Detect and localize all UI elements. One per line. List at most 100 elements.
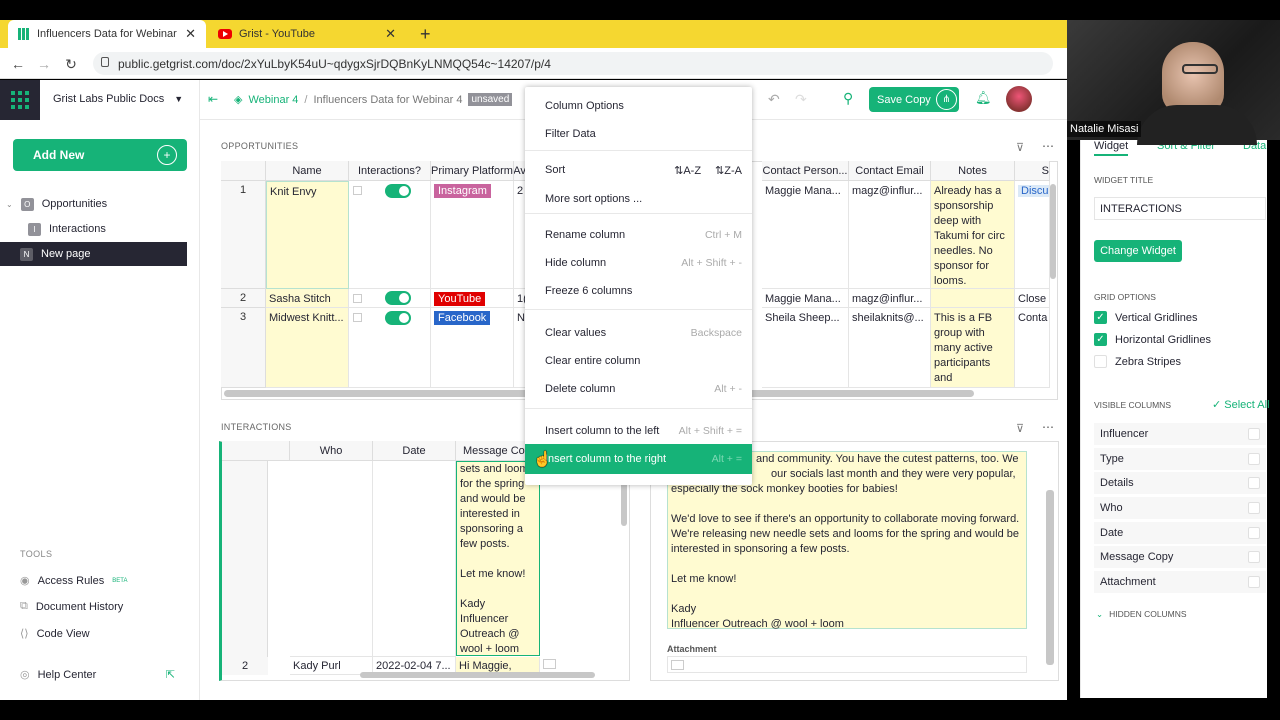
document-history-link[interactable]: ⧉ Document History: [20, 600, 123, 613]
reload-icon[interactable]: ↻: [61, 54, 81, 74]
option-horizontal-gridlines[interactable]: ✓ Horizontal Gridlines: [1094, 333, 1211, 346]
checkbox-empty-icon[interactable]: [1248, 453, 1260, 465]
checkbox-empty-icon[interactable]: [1248, 502, 1260, 514]
table-cell[interactable]: Maggie Mana...: [762, 181, 849, 289]
table-cell[interactable]: [373, 461, 456, 657]
table-cell[interactable]: Facebook: [431, 308, 514, 388]
filter-icon[interactable]: ⊽: [1016, 422, 1024, 435]
col-header-notes[interactable]: Notes: [931, 161, 1015, 181]
menu-item-filter-data[interactable]: Filter Data: [525, 121, 752, 147]
tab-widget[interactable]: Widget: [1094, 140, 1129, 156]
filter-icon[interactable]: ⊽: [1016, 141, 1024, 154]
visible-column-item[interactable]: Message Copy: [1094, 546, 1266, 568]
table-cell[interactable]: [290, 461, 373, 657]
add-new-button[interactable]: Add New +: [13, 139, 187, 171]
table-cell[interactable]: [931, 289, 1015, 308]
breadcrumb-workspace[interactable]: Webinar 4: [248, 94, 298, 106]
table-cell[interactable]: Close: [1015, 289, 1050, 308]
checkbox-empty-icon[interactable]: [1248, 428, 1260, 440]
save-copy-button[interactable]: Save Copy ⋔: [869, 87, 959, 112]
table-cell[interactable]: Midwest Knitt...: [266, 308, 349, 388]
option-zebra-stripes[interactable]: Zebra Stripes: [1094, 355, 1181, 368]
visible-column-item[interactable]: Attachment: [1094, 571, 1266, 593]
vertical-scrollbar[interactable]: [1046, 490, 1054, 665]
grid-corner[interactable]: [221, 161, 266, 181]
row-number[interactable]: 2: [221, 289, 266, 308]
close-icon[interactable]: ✕: [185, 26, 196, 42]
breadcrumb-doc[interactable]: Influencers Data for Webinar 4: [313, 94, 462, 106]
select-all-link[interactable]: ✓ Select All: [1212, 398, 1270, 411]
sidebar-item-opportunities[interactable]: ⌄ O Opportunities: [0, 193, 187, 215]
search-icon[interactable]: ⚲: [843, 90, 853, 107]
collapse-panel-icon[interactable]: ⇤: [208, 92, 218, 106]
menu-item-more-sort[interactable]: More sort options ...: [525, 186, 752, 212]
org-selector[interactable]: Grist Labs Public Docs ▼: [53, 93, 183, 105]
menu-item-hide[interactable]: Hide column Alt + Shift + -: [525, 250, 752, 276]
attachment-icon[interactable]: [671, 660, 684, 670]
forward-arrow-icon[interactable]: →: [34, 54, 54, 74]
menu-item-delete[interactable]: Delete column Alt + -: [525, 376, 752, 402]
row-number[interactable]: 1: [221, 181, 266, 289]
sidebar-item-new-page[interactable]: N New page: [0, 242, 187, 266]
url-input[interactable]: public.getgrist.com/doc/2xYuLbyK54uU~qdy…: [93, 52, 1053, 75]
undo-icon[interactable]: ↶: [768, 91, 780, 108]
col-header-name[interactable]: Name: [266, 161, 349, 181]
table-cell[interactable]: Discu: [1015, 181, 1050, 289]
close-icon[interactable]: ✕: [385, 26, 396, 42]
col-header-message[interactable]: Message Co: [456, 441, 526, 461]
code-view-link[interactable]: ⟨⟩ Code View: [20, 627, 90, 641]
sort-za-button[interactable]: ⇅Z-A: [715, 164, 742, 177]
avatar[interactable]: [1006, 86, 1032, 112]
table-cell[interactable]: YouTube: [431, 289, 514, 308]
attachment-icon[interactable]: [543, 659, 556, 669]
menu-item-insert-right[interactable]: Insert column to the right Alt + =: [525, 444, 752, 474]
vertical-scrollbar[interactable]: [1050, 184, 1056, 279]
checkbox-empty-icon[interactable]: [1248, 527, 1260, 539]
back-arrow-icon[interactable]: ←: [8, 54, 28, 74]
menu-item-rename[interactable]: Rename column Ctrl + M: [525, 222, 752, 248]
browser-tab-grist[interactable]: Influencers Data for Webinar 4 - ✕: [8, 20, 206, 48]
table-cell[interactable]: Maggie Mana...: [762, 289, 849, 308]
table-cell[interactable]: magz@influr...: [849, 181, 931, 289]
new-tab-button[interactable]: +: [410, 20, 441, 48]
col-header-interactions[interactable]: Interactions?: [349, 161, 431, 181]
checkbox-checked-icon[interactable]: ✓: [1094, 333, 1107, 346]
more-options-icon[interactable]: ⋯: [1042, 420, 1054, 434]
col-header-status[interactable]: S: [1015, 161, 1050, 181]
table-cell[interactable]: Already has a sponsorship deep with Taku…: [931, 181, 1015, 289]
menu-item-clear-values[interactable]: Clear values Backspace: [525, 320, 752, 346]
share-icon[interactable]: ⋔: [936, 89, 957, 110]
table-cell[interactable]: [349, 308, 431, 388]
more-options-icon[interactable]: ⋯: [1042, 139, 1054, 153]
sort-az-button[interactable]: ⇅A-Z: [674, 164, 701, 177]
table-cell[interactable]: sheilaknits@...: [849, 308, 931, 388]
table-cell[interactable]: magz@influr...: [849, 289, 931, 308]
menu-item-clear-column[interactable]: Clear entire column: [525, 348, 752, 374]
visible-column-item[interactable]: Date: [1094, 522, 1266, 544]
table-cell[interactable]: Knit Envy: [266, 181, 349, 289]
visible-column-item[interactable]: Who: [1094, 497, 1266, 519]
change-widget-button[interactable]: Change Widget: [1094, 240, 1182, 262]
table-cell[interactable]: Instagram: [431, 181, 514, 289]
checkbox-empty-icon[interactable]: [1094, 355, 1107, 368]
grid-corner[interactable]: [222, 441, 290, 461]
interactions-toggle[interactable]: [385, 311, 411, 325]
table-cell[interactable]: Sasha Stitch: [266, 289, 349, 308]
grist-logo-icon[interactable]: [0, 80, 40, 120]
menu-item-freeze[interactable]: Freeze 6 columns: [525, 278, 752, 304]
vertical-scrollbar[interactable]: [621, 481, 627, 526]
hidden-columns-toggle[interactable]: ⌄ HIDDEN COLUMNS: [1096, 609, 1187, 620]
checkbox-empty-icon[interactable]: [1248, 576, 1260, 588]
col-header-platform[interactable]: Primary Platform: [431, 161, 514, 181]
option-vertical-gridlines[interactable]: ✓ Vertical Gridlines: [1094, 311, 1198, 324]
checkbox-empty-icon[interactable]: [1248, 477, 1260, 489]
table-cell[interactable]: Sheila Sheep...: [762, 308, 849, 388]
col-header-date[interactable]: Date: [373, 441, 456, 461]
redo-icon[interactable]: ↷: [795, 91, 807, 108]
row-number[interactable]: 3: [221, 308, 266, 388]
horizontal-scrollbar[interactable]: [360, 672, 595, 678]
table-cell[interactable]: Conta: [1015, 308, 1050, 388]
sidebar-item-interactions[interactable]: I Interactions: [0, 218, 187, 240]
col-header-contact-person[interactable]: Contact Person...: [762, 161, 849, 181]
interactions-toggle[interactable]: [385, 291, 411, 305]
